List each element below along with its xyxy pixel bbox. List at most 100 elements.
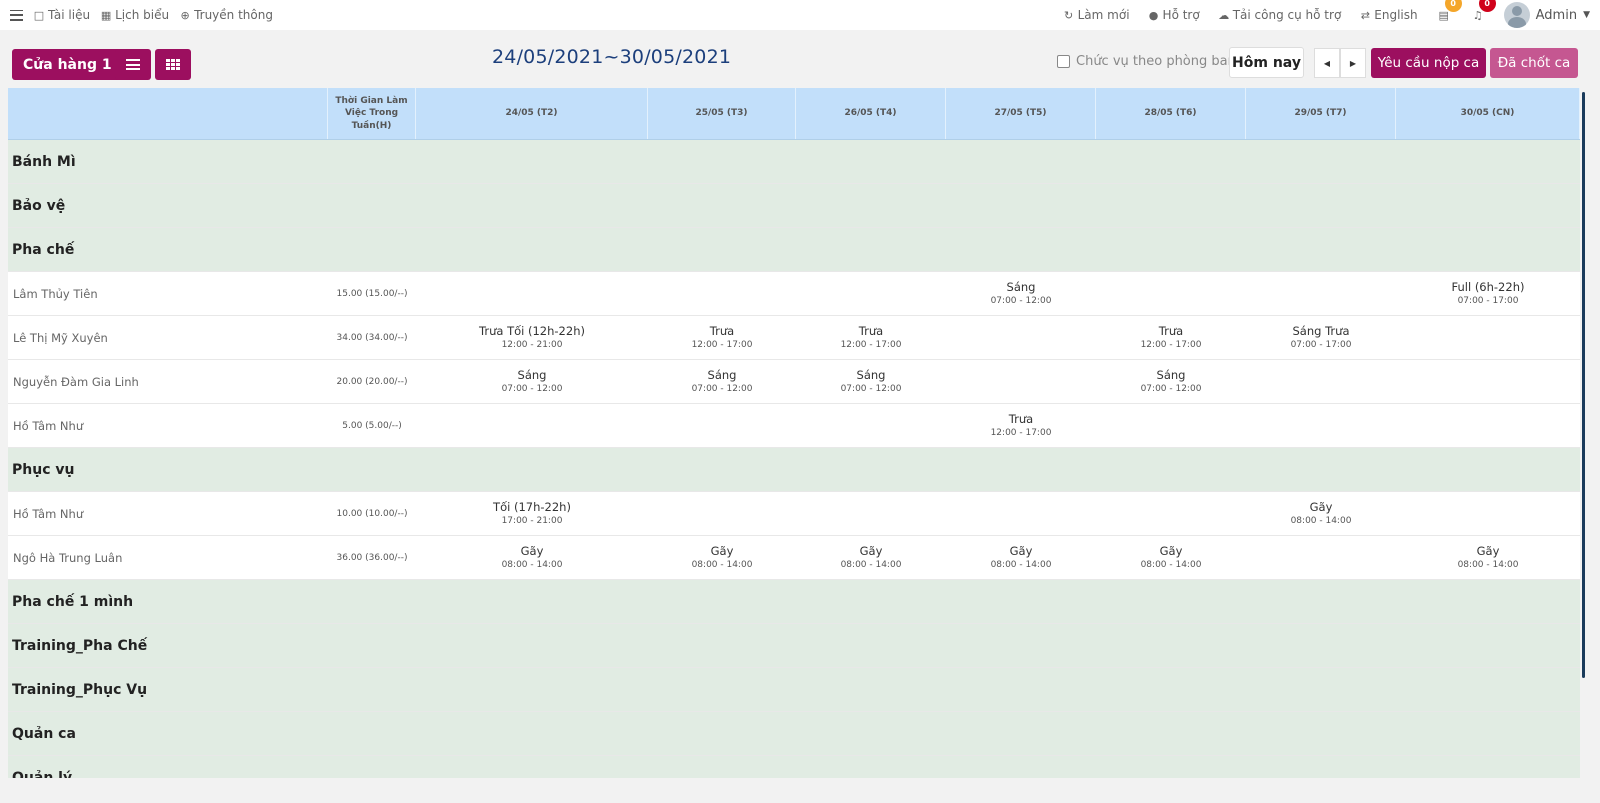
department-role-filter[interactable]: Chức vụ theo phòng ban <box>1057 54 1236 69</box>
bell-notification[interactable]: ♫ 0 <box>1470 0 1496 23</box>
shift-cell[interactable]: Sáng Trưa 07:00 - 17:00 <box>1246 316 1396 359</box>
shift-cell[interactable]: Full (6h-22h) 07:00 - 17:00 <box>1396 272 1580 315</box>
header-day: 30/05 (CN) <box>1396 88 1580 139</box>
empty-shift-cell[interactable] <box>648 492 796 535</box>
task-notification[interactable]: ▤ 0 <box>1436 0 1462 23</box>
topbar-link-refresh[interactable]: ↻ Làm mới <box>1063 8 1130 22</box>
shift-name: Trưa Tối (12h-22h) <box>479 323 585 338</box>
empty-shift-cell[interactable] <box>1246 404 1396 447</box>
empty-shift-cell[interactable] <box>1246 360 1396 403</box>
shift-cell[interactable]: Sáng 07:00 - 12:00 <box>648 360 796 403</box>
shift-cell[interactable]: Sáng 07:00 - 12:00 <box>946 272 1096 315</box>
table-row: Nguyễn Đàm Gia Linh 20.00 (20.00/--) Sáng 0… <box>8 360 1580 404</box>
table-row: Lê Thị Mỹ Xuyên 34.00 (34.00/--) Trưa Tối … <box>8 316 1580 360</box>
bottom-strip <box>0 778 1600 803</box>
topbar-link-info[interactable]: ● Hỗ trợ <box>1148 8 1200 22</box>
header-day: 26/05 (T4) <box>796 88 946 139</box>
topbar-link-calendar[interactable]: ▦ Lịch biểu <box>100 8 169 22</box>
topbar-link-globe[interactable]: ⊕ Truyền thông <box>179 8 273 22</box>
empty-shift-cell[interactable] <box>1246 536 1396 579</box>
shift-time: 12:00 - 17:00 <box>691 339 753 350</box>
empty-shift-cell[interactable] <box>1096 404 1246 447</box>
shift-name: Tối (17h-22h) <box>493 499 571 514</box>
clipboard-icon: ▤ <box>1438 8 1449 22</box>
employee-name: Ngô Hà Trung Luân <box>13 550 123 565</box>
shift-cell[interactable]: Gãy 08:00 - 14:00 <box>416 536 648 579</box>
employee-hours: 36.00 (36.00/--) <box>336 552 408 563</box>
closed-shift-button[interactable]: Đã chốt ca <box>1490 48 1578 78</box>
table-row: Hồ Tâm Như 5.00 (5.00/--) Trưa 12:00 - 17:0… <box>8 404 1580 448</box>
shift-name: Full (6h-22h) <box>1451 279 1525 294</box>
empty-shift-cell[interactable] <box>946 360 1096 403</box>
table-scrollbar[interactable] <box>1582 92 1585 678</box>
shift-name: Sáng <box>1006 279 1036 294</box>
empty-shift-cell[interactable] <box>1396 316 1580 359</box>
empty-shift-cell[interactable] <box>796 404 946 447</box>
request-shift-button[interactable]: Yêu cầu nộp ca <box>1371 48 1486 78</box>
table-body: Bánh Mì Bảo vệ Pha chế Lâm Thủy Tiên 15.00 (… <box>8 140 1580 778</box>
empty-shift-cell[interactable] <box>416 404 648 447</box>
header-day: 27/05 (T5) <box>946 88 1096 139</box>
shift-name: Trưa <box>1008 411 1034 426</box>
group-row: Phục vụ <box>8 448 1580 492</box>
shift-cell[interactable]: Gãy 08:00 - 14:00 <box>946 536 1096 579</box>
topbar-link-language[interactable]: ⇄ English <box>1359 8 1418 22</box>
empty-shift-cell[interactable] <box>416 272 648 315</box>
today-button[interactable]: Hôm nay <box>1229 47 1304 78</box>
shift-cell[interactable]: Gãy 08:00 - 14:00 <box>1096 536 1246 579</box>
list-view-button[interactable] <box>115 49 151 80</box>
employee-name: Lê Thị Mỹ Xuyên <box>13 330 108 345</box>
shift-cell[interactable]: Gãy 08:00 - 14:00 <box>648 536 796 579</box>
empty-shift-cell[interactable] <box>796 272 946 315</box>
shift-name: Gãy <box>520 543 544 558</box>
topbar-link-label: Lịch biểu <box>115 8 170 22</box>
shift-time: 07:00 - 12:00 <box>990 295 1052 306</box>
shift-cell[interactable]: Tối (17h-22h) 17:00 - 21:00 <box>416 492 648 535</box>
shift-name: Gãy <box>859 543 883 558</box>
shift-time: 08:00 - 14:00 <box>840 559 902 570</box>
shift-cell[interactable]: Gãy 08:00 - 14:00 <box>796 536 946 579</box>
empty-shift-cell[interactable] <box>1246 272 1396 315</box>
shift-cell[interactable]: Trưa Tối (12h-22h) 12:00 - 21:00 <box>416 316 648 359</box>
topbar-link-cloud-download[interactable]: ☁ Tải công cụ hỗ trợ <box>1218 8 1341 22</box>
topbar-link-folder[interactable]: □ Tài liệu <box>33 8 90 22</box>
empty-shift-cell[interactable] <box>648 404 796 447</box>
empty-shift-cell[interactable] <box>946 492 1096 535</box>
header-day: 28/05 (T6) <box>1096 88 1246 139</box>
shift-cell[interactable]: Sáng 07:00 - 12:00 <box>416 360 648 403</box>
caret-right-icon: ▶ <box>1349 58 1357 68</box>
empty-shift-cell[interactable] <box>946 316 1096 359</box>
header-hours: Thời Gian Làm Việc Trong Tuần(H) <box>328 88 416 139</box>
user-menu[interactable]: Admin ▼ <box>1503 2 1590 28</box>
shift-cell[interactable]: Gãy 08:00 - 14:00 <box>1246 492 1396 535</box>
prev-week-button[interactable]: ◀ <box>1314 48 1340 78</box>
department-role-checkbox[interactable] <box>1057 55 1070 68</box>
shift-cell[interactable]: Gãy 08:00 - 14:00 <box>1396 536 1580 579</box>
store-select-button[interactable]: Cửa hàng 1 <box>12 49 123 80</box>
empty-shift-cell[interactable] <box>1096 272 1246 315</box>
shift-name: Gãy <box>1309 499 1333 514</box>
shift-cell[interactable]: Trưa 12:00 - 17:00 <box>796 316 946 359</box>
empty-shift-cell[interactable] <box>1096 492 1246 535</box>
empty-shift-cell[interactable] <box>1396 492 1580 535</box>
empty-shift-cell[interactable] <box>1396 360 1580 403</box>
shift-cell[interactable]: Trưa 12:00 - 17:00 <box>946 404 1096 447</box>
shift-name: Gãy <box>1009 543 1033 558</box>
menu-icon[interactable] <box>10 9 23 21</box>
group-name: Quản lý <box>12 770 73 778</box>
header-day: 25/05 (T3) <box>648 88 796 139</box>
schedule-toolbar: Cửa hàng 1 24/05/2021~30/05/2021 Chức vụ… <box>0 30 1600 86</box>
employee-name: Lâm Thủy Tiên <box>13 286 98 301</box>
empty-shift-cell[interactable] <box>648 272 796 315</box>
shift-cell[interactable]: Sáng 07:00 - 12:00 <box>796 360 946 403</box>
shift-cell[interactable]: Sáng 07:00 - 12:00 <box>1096 360 1246 403</box>
next-week-button[interactable]: ▶ <box>1340 48 1366 78</box>
empty-shift-cell[interactable] <box>1396 404 1580 447</box>
empty-shift-cell[interactable] <box>796 492 946 535</box>
shift-name: Trưa <box>709 323 735 338</box>
grid-view-button[interactable] <box>155 49 191 80</box>
shift-cell[interactable]: Trưa 12:00 - 17:00 <box>1096 316 1246 359</box>
shift-time: 07:00 - 12:00 <box>1140 383 1202 394</box>
shift-cell[interactable]: Trưa 12:00 - 17:00 <box>648 316 796 359</box>
group-name: Training_Pha Chế <box>12 638 148 654</box>
